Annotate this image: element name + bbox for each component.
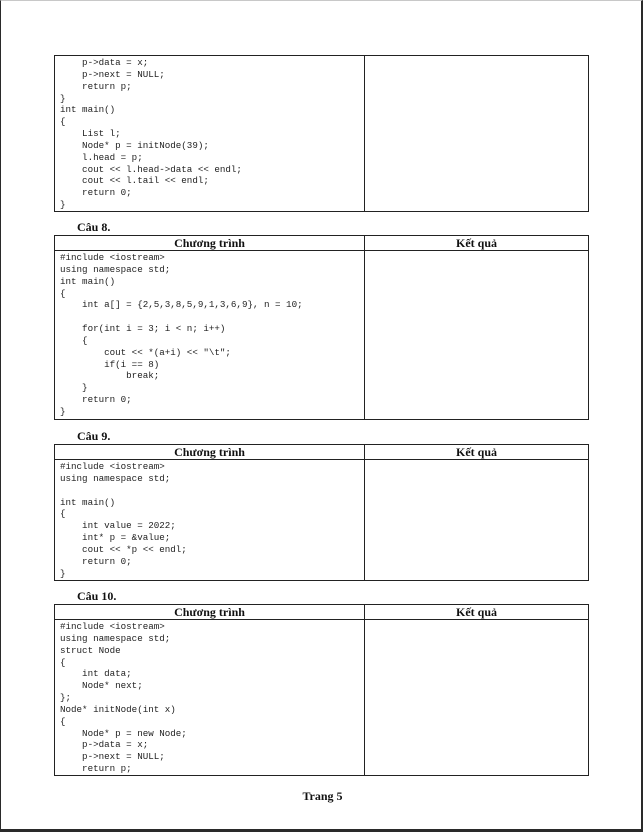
code-line: int data; [60,668,132,680]
program-header: Chương trình [54,235,365,251]
code-line: #include <iostream> [60,461,165,472]
code-line: cout << *p << endl; [60,543,187,555]
result-header: Kết quả [364,604,589,620]
code-line: Node* p = initNode(39); [60,139,209,151]
program-header: Chương trình [54,604,365,620]
code-line: { [60,287,66,299]
code-line: cout << l.head->data << endl; [60,163,242,175]
code-line: int main() [60,275,116,287]
code-line: { [60,508,66,520]
code-line: { [60,715,66,727]
question-title: Câu 10. [77,589,117,603]
code-line: return 0; [60,394,132,406]
code-line: for(int i = 3; i < n; i++) [60,323,226,335]
program-table: Chương trình Kết quả #include <iostream>… [54,604,589,776]
code-line: #include <iostream> [60,252,165,263]
code-line: p->next = NULL; [60,68,165,80]
code-line: using namespace std; [60,472,171,484]
code-line: Node* next; [60,680,143,692]
code-line: } [60,567,66,579]
code-line: Node* initNode(int x) [60,703,176,715]
code-line: int a[] = {2,5,3,8,5,9,1,3,6,9}, n = 10; [60,299,303,311]
code-block: #include <iostream> using namespace std; i… [55,251,364,418]
code-line: return 0; [60,187,132,199]
code-line: List l; [60,128,121,140]
code-line: using namespace std; [60,632,171,644]
code-line: int main() [60,104,116,116]
continued-program-table: p->data = x; p->next = NULL; return p;} i… [54,55,589,212]
code-line: { [60,116,66,128]
code-block: #include <iostream> using namespace std; i… [55,460,364,579]
code-line: #include <iostream> [60,621,165,632]
code-line: Node* p = new Node; [60,727,187,739]
result-header: Kết quả [364,235,589,251]
program-header: Chương trình [54,444,365,460]
question-block: Chương trình Kết quả #include <iostream>… [54,235,589,420]
continued-question-block: p->data = x; p->next = NULL; return p;} i… [54,55,589,212]
code-line: } [60,382,88,394]
code-line: } [60,92,66,104]
code-line: struct Node [60,644,121,656]
code-line: break; [60,370,160,382]
code-line: int main() [60,496,116,508]
code-line: { [60,656,66,668]
program-table: Chương trình Kết quả #include <iostream>… [54,235,589,420]
program-cell: #include <iostream> using namespace std; i… [54,250,365,420]
question-title: Câu 8. [77,220,111,234]
code-line: { [60,334,88,346]
question-block: Chương trình Kết quả #include <iostream>… [54,444,589,581]
question-block: Chương trình Kết quả #include <iostream>… [54,604,589,776]
code-line: return 0; [60,555,132,567]
code-line: using namespace std; [60,263,171,275]
code-block: #include <iostream> using namespace std; s… [55,620,364,775]
code-line: p->next = NULL; [60,751,165,763]
code-line: return p; [60,80,132,92]
result-header: Kết quả [364,444,589,460]
code-line: p->data = x; [60,57,149,68]
code-line: p->data = x; [60,739,149,751]
code-line: l.head = p; [60,151,143,163]
code-line: int* p = &value; [60,532,171,544]
code-line: } [60,405,66,417]
code-line: int value = 2022; [60,520,176,532]
result-cell [364,459,589,581]
code-line: if(i == 8) [60,358,160,370]
code-line: cout << l.tail << endl; [60,175,209,187]
program-cell: #include <iostream> using namespace std; s… [54,619,365,776]
code-line: }; [60,692,72,704]
program-table: Chương trình Kết quả #include <iostream>… [54,444,589,581]
document-page: p->data = x; p->next = NULL; return p;} i… [0,0,643,832]
code-line: cout << *(a+i) << "\t"; [60,346,231,358]
question-title: Câu 9. [77,429,111,443]
code-line: return p; [60,763,132,775]
result-cell [364,55,589,212]
program-cell: p->data = x; p->next = NULL; return p;} i… [54,55,365,212]
result-cell [364,619,589,776]
page-number: Trang 5 [302,789,343,803]
code-block: p->data = x; p->next = NULL; return p;} i… [55,56,364,211]
program-cell: #include <iostream> using namespace std; i… [54,459,365,581]
code-line: } [60,199,66,211]
result-cell [364,250,589,420]
